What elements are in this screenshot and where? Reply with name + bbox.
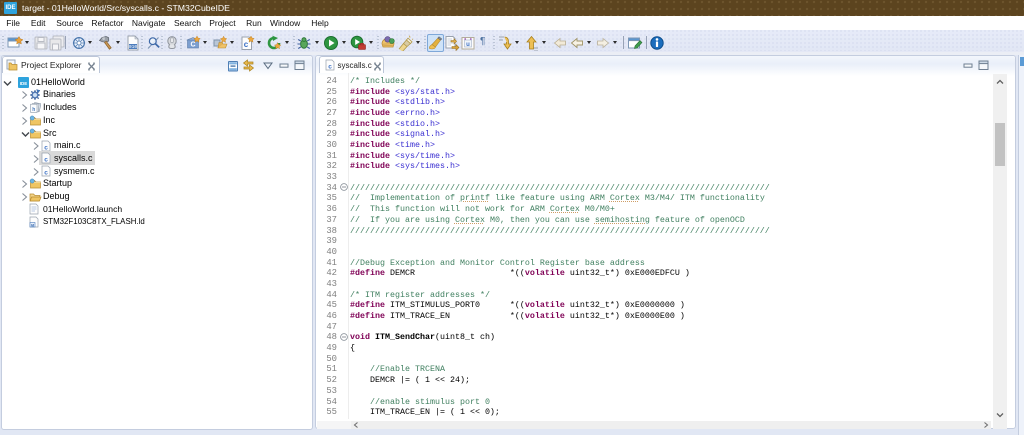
svg-text:h: h <box>32 107 35 113</box>
svg-text:010: 010 <box>129 44 138 50</box>
svg-text:c: c <box>244 40 249 49</box>
svg-text:IDE: IDE <box>20 80 28 85</box>
svg-text:c: c <box>44 170 48 177</box>
svg-text:c: c <box>44 144 48 151</box>
svg-text:C: C <box>190 42 195 49</box>
svg-text:c: c <box>328 64 332 71</box>
svg-text:c: c <box>44 157 48 164</box>
svg-text:u: u <box>466 42 470 48</box>
